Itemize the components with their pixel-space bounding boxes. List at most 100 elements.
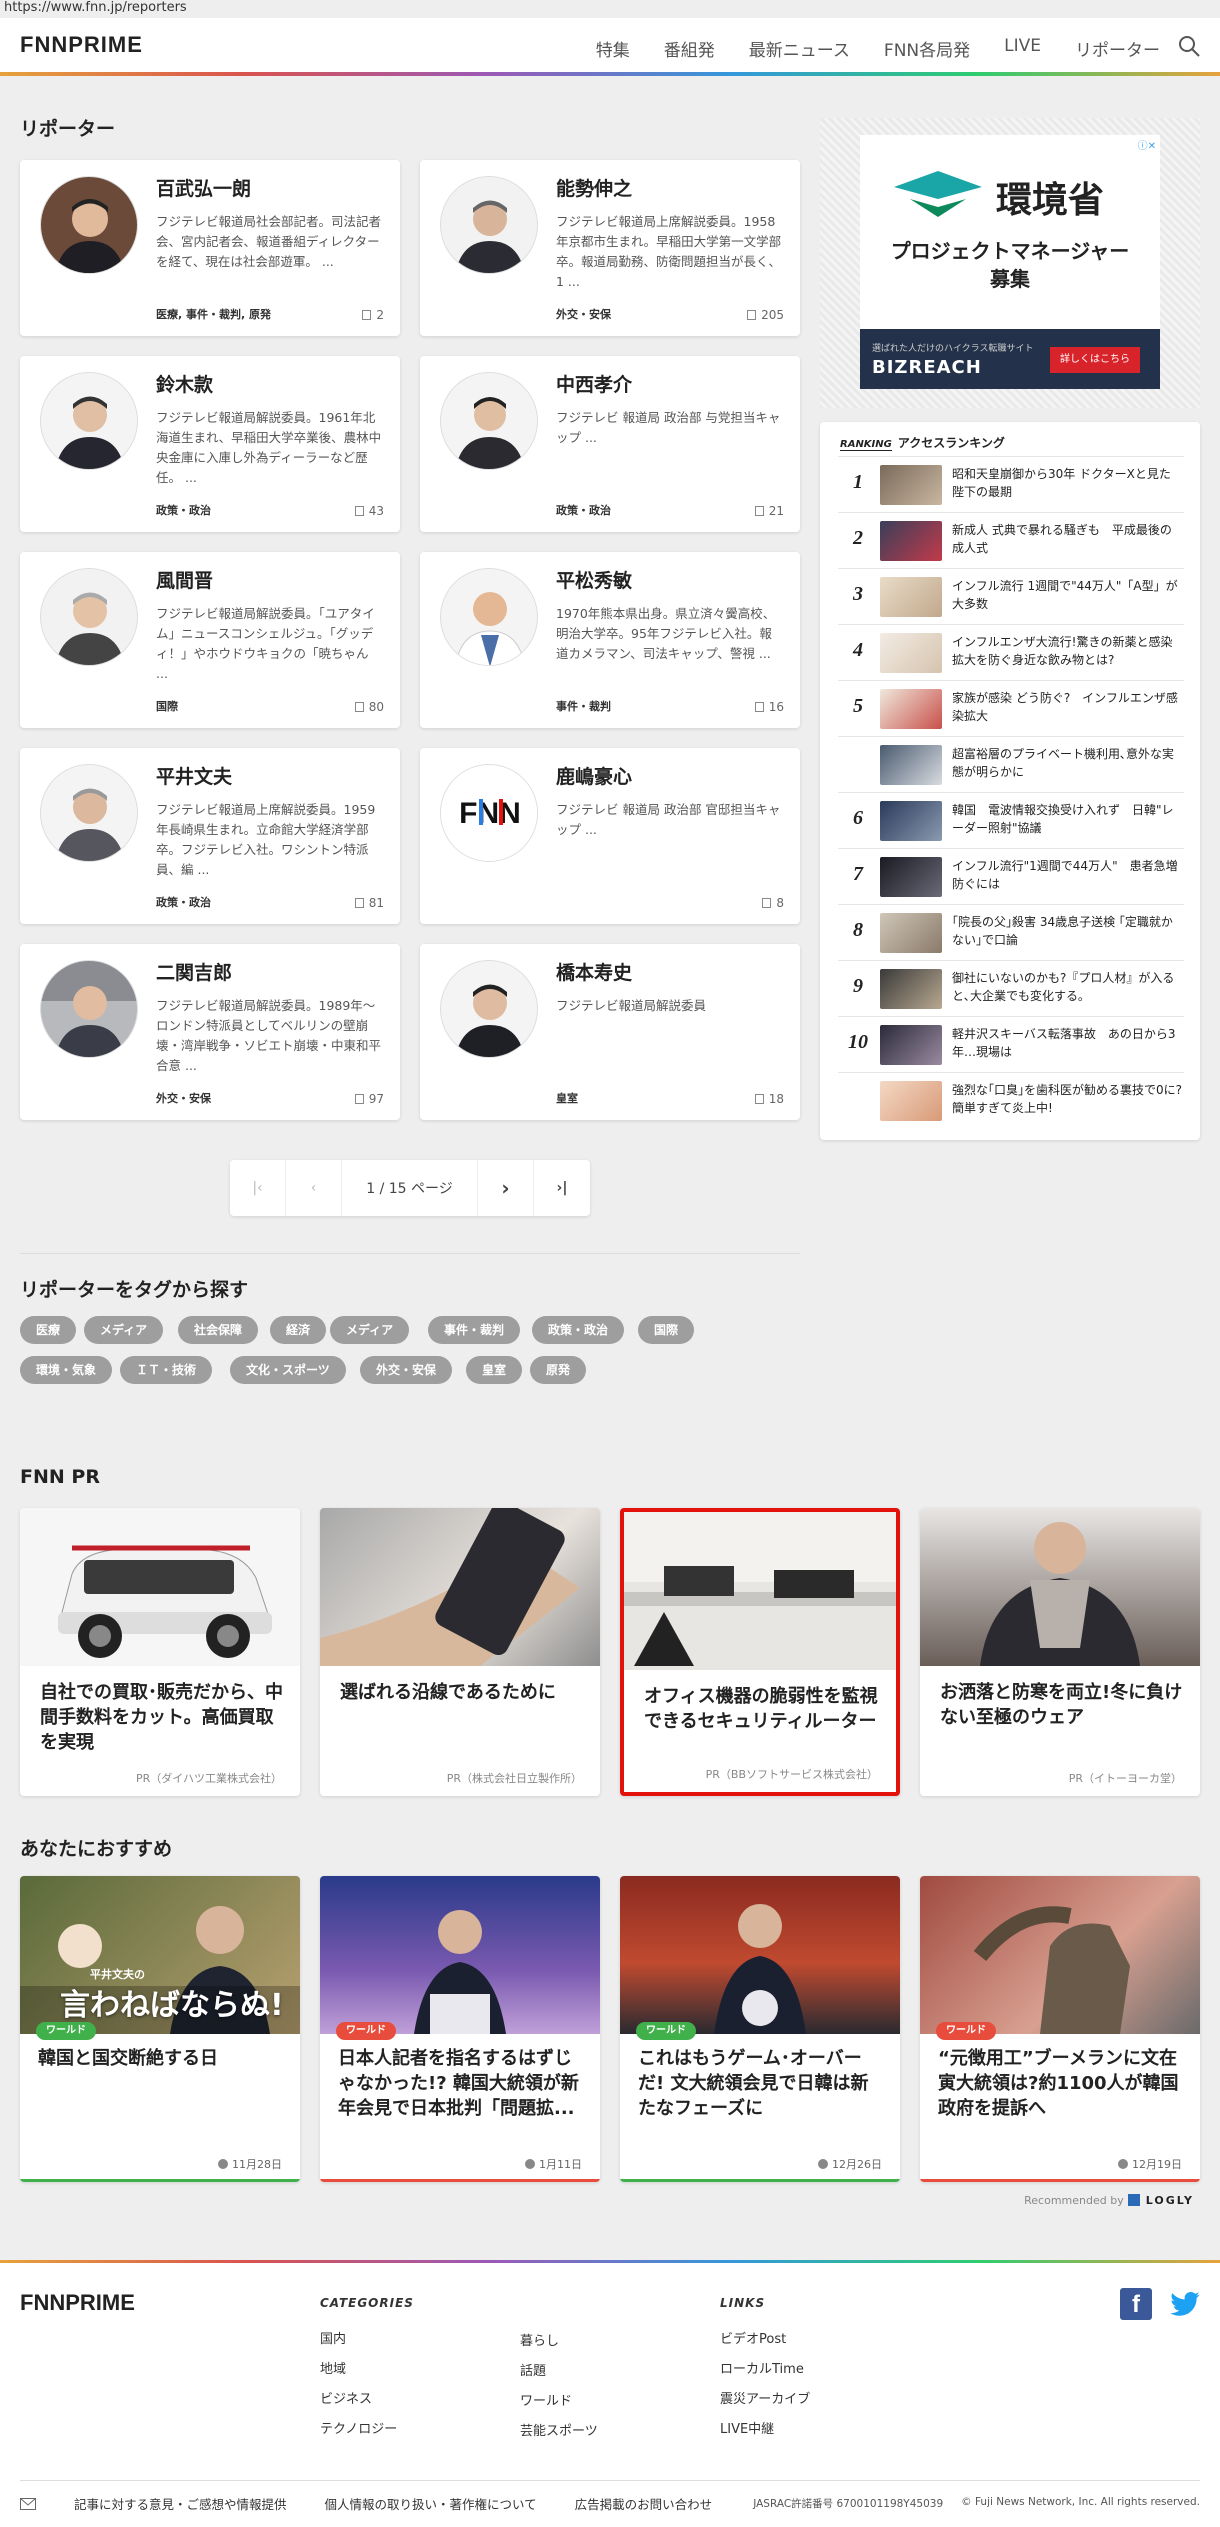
ranking-item[interactable]: 7 インフル流行"1週間で44万人" 患者急増 防ぐには [838,848,1190,904]
last-page-icon[interactable]: ›| [534,1160,590,1216]
tag-chip[interactable]: 皇室 [466,1356,523,1384]
footer-link[interactable]: ローカルTime [720,2358,810,2377]
reporter-card[interactable]: 能勢伸之 フジテレビ報道局上席解説委員。1958年京都市生まれ。早稲田大学第一文… [420,160,800,336]
nav-tokushu[interactable]: 特集 [596,36,630,61]
reporter-card[interactable]: 平松秀敏 1970年熊本県出身。県立済々黌高校、明治大学卒。95年フジテレビ入社… [420,552,800,728]
prev-page-icon[interactable]: ‹ [286,1160,342,1216]
article-count: 8 [762,896,784,910]
ranking-item[interactable]: 4 インフルエンザ大流行!驚きの新薬と感染拡大を防ぐ身近な飲み物とは? [838,624,1184,680]
reporter-card[interactable]: 橋本寿史 フジテレビ報道局解説委員 皇室 18 [420,944,800,1120]
search-icon[interactable] [1178,35,1200,57]
reporter-card[interactable]: 中西孝介 フジテレビ 報道局 政治部 与党担当キャップ ... 政策・政治 21 [420,356,800,532]
footer-link[interactable]: ビデオPost [720,2328,810,2347]
ranking-item[interactable]: 2 新成人 式典で暴れる騒ぎも 平成最後の成人式 [838,512,1184,568]
pr-card[interactable]: お洒落と防寒を両立!冬に負けない至極のウェア PR（イトーヨーカ堂） [920,1508,1200,1796]
nav-fnn-stations[interactable]: FNN各局発 [884,36,970,61]
ad-banner[interactable]: 環境省 プロジェクトマネージャー 募集 選ばれた人だけのハイクラス転職サイト B… [860,135,1160,389]
recommend-card[interactable]: 平井文夫の 言わねばならぬ! ワールド 韓国と国交断絶する日 11月28日 [20,1876,300,2182]
footer-link[interactable]: テクノロジー [320,2418,414,2437]
tag-chip[interactable]: 外交・安保 [360,1356,453,1384]
reporter-tags: 外交・安保 [156,1092,211,1105]
reporter-photo [440,176,538,274]
recommend-card[interactable]: ワールド “元徴用工”ブーメランに文在寅大統領は?約1100人が韓国政府を提訴へ… [920,1876,1200,2182]
first-page-icon[interactable]: |‹ [230,1160,286,1216]
reporter-card[interactable]: 平井文夫 フジテレビ報道局上席解説委員。1959年長崎県生まれ。立命館大学経済学… [20,748,400,924]
ad-choices-icon[interactable]: ⓘ✕ [1138,137,1156,152]
footer-link[interactable]: 地域 [320,2358,414,2377]
privacy-link[interactable]: 個人情報の取り扱い・著作権について [325,2494,537,2513]
ranking-item[interactable]: 1 昭和天皇崩御から30年 ドクターXと見た陛下の最期 [838,456,1184,512]
nav-bangumi[interactable]: 番組発 [664,36,715,61]
ranking-item[interactable]: 8 ｢院長の父｣殺害 34歳息子送検 ｢定職就かない｣で口論 [838,904,1184,960]
footer-link[interactable]: ワールド [520,2390,598,2409]
tag-chip[interactable]: メディア [330,1316,410,1344]
tag-chip[interactable]: メディア [84,1316,164,1344]
url-bar: https://www.fnn.jp/reporters [4,0,187,15]
reporter-tags: 政策・政治 [156,504,211,517]
reporter-name: 橋本寿史 [556,962,633,984]
tag-chip[interactable]: 国際 [638,1316,695,1344]
footer-link[interactable]: 暮らし [520,2330,598,2349]
pr-card[interactable]: 選ばれる沿線であるために PR（株式会社日立製作所） [320,1508,600,1796]
clock-icon [1118,2159,1128,2169]
footer-link[interactable]: ビジネス [320,2388,414,2407]
recommend-card[interactable]: ワールド これはもうゲーム･オーバーだ! 文大統領会見で日韓は新たなフェーズに … [620,1876,900,2182]
pr-sponsor: PR（ダイハツ工業株式会社） [135,1772,282,1785]
ad-line2: 募集 [990,267,1030,291]
nav-latest-news[interactable]: 最新ニュース [749,36,850,61]
nav-live[interactable]: LIVE [1004,36,1041,61]
reporter-photo [440,568,538,666]
reporter-card[interactable]: 風間晋 フジテレビ報道局解説委員。「ユアタイム」ニュースコンシェルジュ。「グッデ… [20,552,400,728]
ranking-item[interactable]: 9 御社にいないのかも?『プロ人材』が入ると､大企業でも変化する｡ [838,960,1184,1016]
site-logo[interactable]: FNNPRIME [20,32,143,58]
ad-brand: BIZREACH [872,357,982,378]
facebook-icon[interactable]: f [1120,2288,1152,2320]
ranking-item[interactable]: 強烈な｢口臭｣を歯科医が勧める裏技で0に?簡単すぎて炎上中! [838,1072,1184,1128]
ranking-item[interactable]: 3 インフル流行 1週間で"44万人"「A型」が大多数 [838,568,1184,624]
ad-contact-link[interactable]: 広告掲載のお問い合わせ [575,2494,713,2513]
tag-chip[interactable]: 社会保障 [178,1316,259,1344]
footer-logo[interactable]: FNNPRIME [20,2290,135,2316]
reporter-card[interactable]: 百武弘一朗 フジテレビ報道局社会部記者。司法記者会、宮内記者会、報道番組ディレク… [20,160,400,336]
site-footer: FNNPRIME [0,2260,1220,2527]
footer-link[interactable]: 国内 [320,2328,414,2347]
ranking-item[interactable]: 5 家族が感染 どう防ぐ? インフルエンザ感染拡大 [838,680,1184,736]
footer-link[interactable]: 震災アーカイブ [720,2388,810,2407]
advertisement[interactable]: 環境省 プロジェクトマネージャー 募集 選ばれた人だけのハイクラス転職サイト B… [820,118,1200,408]
tag-chip[interactable]: 原発 [530,1356,587,1384]
nav-reporters[interactable]: リポーター [1075,36,1160,61]
ranking-item[interactable]: 超富裕層のプライベート機利用､意外な実態が明らかに [838,736,1184,792]
footer-link[interactable]: 芸能スポーツ [520,2420,598,2439]
ranking-thumb [880,633,942,673]
document-icon [354,1094,364,1104]
recommended-by[interactable]: Recommended by LOGLY [1024,2194,1194,2207]
next-page-icon[interactable]: › [478,1160,534,1216]
reporter-tags: 医療, 事件・裁判, 原発 [156,308,272,321]
tag-chip[interactable]: 経済 [270,1316,327,1344]
tag-chip[interactable]: 環境・気象 [20,1356,113,1384]
tag-chip[interactable]: 事件・裁判 [428,1316,521,1344]
tag-chip[interactable]: ＩＴ・技術 [120,1356,213,1384]
ranking-item[interactable]: 10 軽井沢スキーバス転落事故 あの日から3年…現場は [838,1016,1184,1072]
reporters-title: リポーター [20,118,116,140]
reporter-card[interactable]: 二関吉郎 フジテレビ報道局解説委員。1989年〜ロンドン特派員としてベルリンの壁… [20,944,400,1120]
category-badge: ワールド [936,2022,996,2040]
tag-chip[interactable]: 医療 [20,1316,77,1344]
pr-card[interactable]: 自社での買取･販売だから、中間手数料をカット。高価買取を実現 PR（ダイハツ工業… [20,1508,300,1796]
recommend-card[interactable]: ワールド 日本人記者を指名するはずじゃなかった!? 韓国大統領が新年会見で日本批… [320,1876,600,2182]
pr-card-highlighted[interactable]: オフィス機器の脆弱性を監視できるセキュリティルーター PR（BBソフトサービス株… [620,1508,900,1796]
twitter-icon[interactable] [1168,2288,1202,2320]
feedback-link[interactable]: 記事に対する意見・ご感想や情報提供 [74,2494,287,2513]
reporter-card[interactable]: 鈴木款 フジテレビ報道局解説委員。1961年北海道生まれ、早稲田大学卒業後、農林… [20,356,400,532]
ad-cta-button[interactable]: 詳しくはこちら [1050,347,1140,373]
logly-icon [1127,2194,1140,2206]
tag-chip[interactable]: 政策・政治 [532,1316,625,1344]
reporter-card[interactable]: FNN 鹿嶋豪心 フジテレビ 報道局 政治部 官邸担当キャップ ... 8 [420,748,800,924]
ranking-item[interactable]: 6 韓国 電波情報交換受け入れず 日韓"レーダー照射"協議 [838,792,1184,848]
links-heading: LINKS [720,2296,766,2310]
category-badge: ワールド [36,2022,96,2040]
footer-link[interactable]: LIVE中継 [720,2418,810,2437]
footer-link[interactable]: 話題 [520,2360,598,2379]
site-header: FNNPRIME 特集 番組発 最新ニュース FNN各局発 LIVE リポーター [0,18,1220,76]
tag-chip[interactable]: 文化・スポーツ [230,1356,346,1384]
